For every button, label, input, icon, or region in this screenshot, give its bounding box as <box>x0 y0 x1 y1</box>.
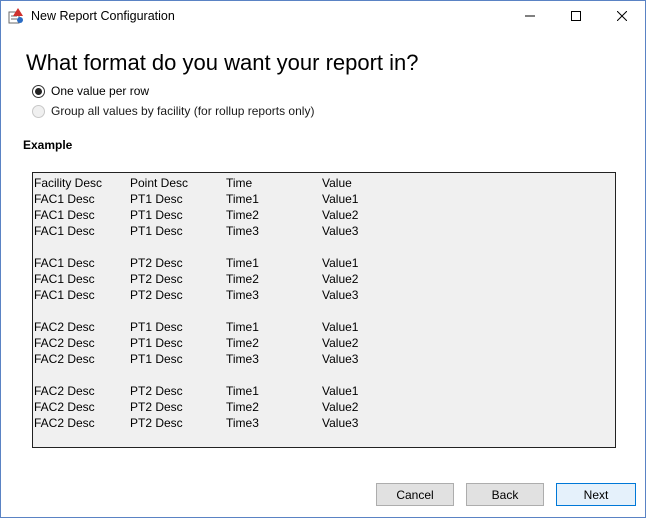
example-cell: PT2 Desc <box>130 400 183 414</box>
example-cell: PT2 Desc <box>130 272 183 286</box>
example-cell: Value1 <box>322 384 359 398</box>
example-cell: PT1 Desc <box>130 192 183 206</box>
example-cell: Value3 <box>322 288 359 302</box>
option-one-value-per-row[interactable]: One value per row <box>32 84 149 98</box>
example-cell: Value1 <box>322 256 359 270</box>
example-cell: FAC1 Desc <box>34 288 95 302</box>
radio-group-by-facility <box>32 104 45 118</box>
column-header: Time <box>226 176 253 190</box>
back-button[interactable]: Back <box>466 483 544 506</box>
example-cell: FAC2 Desc <box>34 384 95 398</box>
example-cell: Time2 <box>226 208 259 222</box>
example-preview: Facility Desc Point Desc Time Value FAC1… <box>32 172 616 448</box>
cancel-button[interactable]: Cancel <box>376 483 454 506</box>
example-cell: Time2 <box>226 400 259 414</box>
example-cell: PT1 Desc <box>130 224 183 238</box>
dialog-window: New Report Configuration What format do … <box>0 0 646 518</box>
column-header: Value <box>322 176 352 190</box>
example-label: Example <box>23 138 73 152</box>
radio-one-value-per-row[interactable] <box>32 84 45 98</box>
example-cell: FAC1 Desc <box>34 256 95 270</box>
close-icon <box>617 11 627 21</box>
column-header: Facility Desc <box>34 176 103 190</box>
example-cell: FAC2 Desc <box>34 400 95 414</box>
example-cell: FAC2 Desc <box>34 336 95 350</box>
minimize-icon <box>525 15 535 17</box>
radio-label: One value per row <box>51 84 150 98</box>
option-group-by-facility: Group all values by facility (for rollup… <box>32 104 314 118</box>
example-cell: Time3 <box>226 352 259 366</box>
title-bar[interactable]: New Report Configuration <box>1 1 645 31</box>
example-cell: FAC1 Desc <box>34 272 95 286</box>
example-cell: FAC1 Desc <box>34 208 95 222</box>
close-button[interactable] <box>599 1 645 31</box>
maximize-button[interactable] <box>553 1 599 31</box>
example-cell: Time1 <box>226 320 259 334</box>
example-cell: PT2 Desc <box>130 416 183 430</box>
example-cell: FAC2 Desc <box>34 352 95 366</box>
example-cell: Value2 <box>322 336 359 350</box>
example-cell: Value3 <box>322 352 359 366</box>
radio-label: Group all values by facility (for rollup… <box>51 104 315 118</box>
example-cell: Time3 <box>226 416 259 430</box>
example-cell: PT1 Desc <box>130 336 183 350</box>
example-cell: Time3 <box>226 288 259 302</box>
example-cell: FAC1 Desc <box>34 224 95 238</box>
example-cell: PT2 Desc <box>130 256 183 270</box>
example-cell: Time1 <box>226 192 259 206</box>
example-cell: Value2 <box>322 208 359 222</box>
column-header: Point Desc <box>130 176 189 190</box>
example-cell: PT1 Desc <box>130 208 183 222</box>
example-cell: FAC1 Desc <box>34 192 95 206</box>
example-cell: Time1 <box>226 384 259 398</box>
window-title: New Report Configuration <box>31 9 175 23</box>
example-cell: Time3 <box>226 224 259 238</box>
example-cell: Time1 <box>226 256 259 270</box>
example-cell: FAC2 Desc <box>34 416 95 430</box>
example-cell: Value1 <box>322 192 359 206</box>
example-cell: PT2 Desc <box>130 288 183 302</box>
example-cell: Value3 <box>322 416 359 430</box>
example-cell: Value2 <box>322 272 359 286</box>
report-config-icon <box>8 8 24 24</box>
maximize-icon <box>571 11 581 21</box>
example-cell: Value2 <box>322 400 359 414</box>
example-cell: Time2 <box>226 336 259 350</box>
minimize-button[interactable] <box>507 1 553 31</box>
example-cell: Time2 <box>226 272 259 286</box>
example-cell: PT2 Desc <box>130 384 183 398</box>
example-cell: FAC2 Desc <box>34 320 95 334</box>
next-button[interactable]: Next <box>556 483 636 506</box>
page-title: What format do you want your report in? <box>26 50 419 75</box>
example-cell: Value1 <box>322 320 359 334</box>
example-cell: Value3 <box>322 224 359 238</box>
example-cell: PT1 Desc <box>130 352 183 366</box>
example-cell: PT1 Desc <box>130 320 183 334</box>
